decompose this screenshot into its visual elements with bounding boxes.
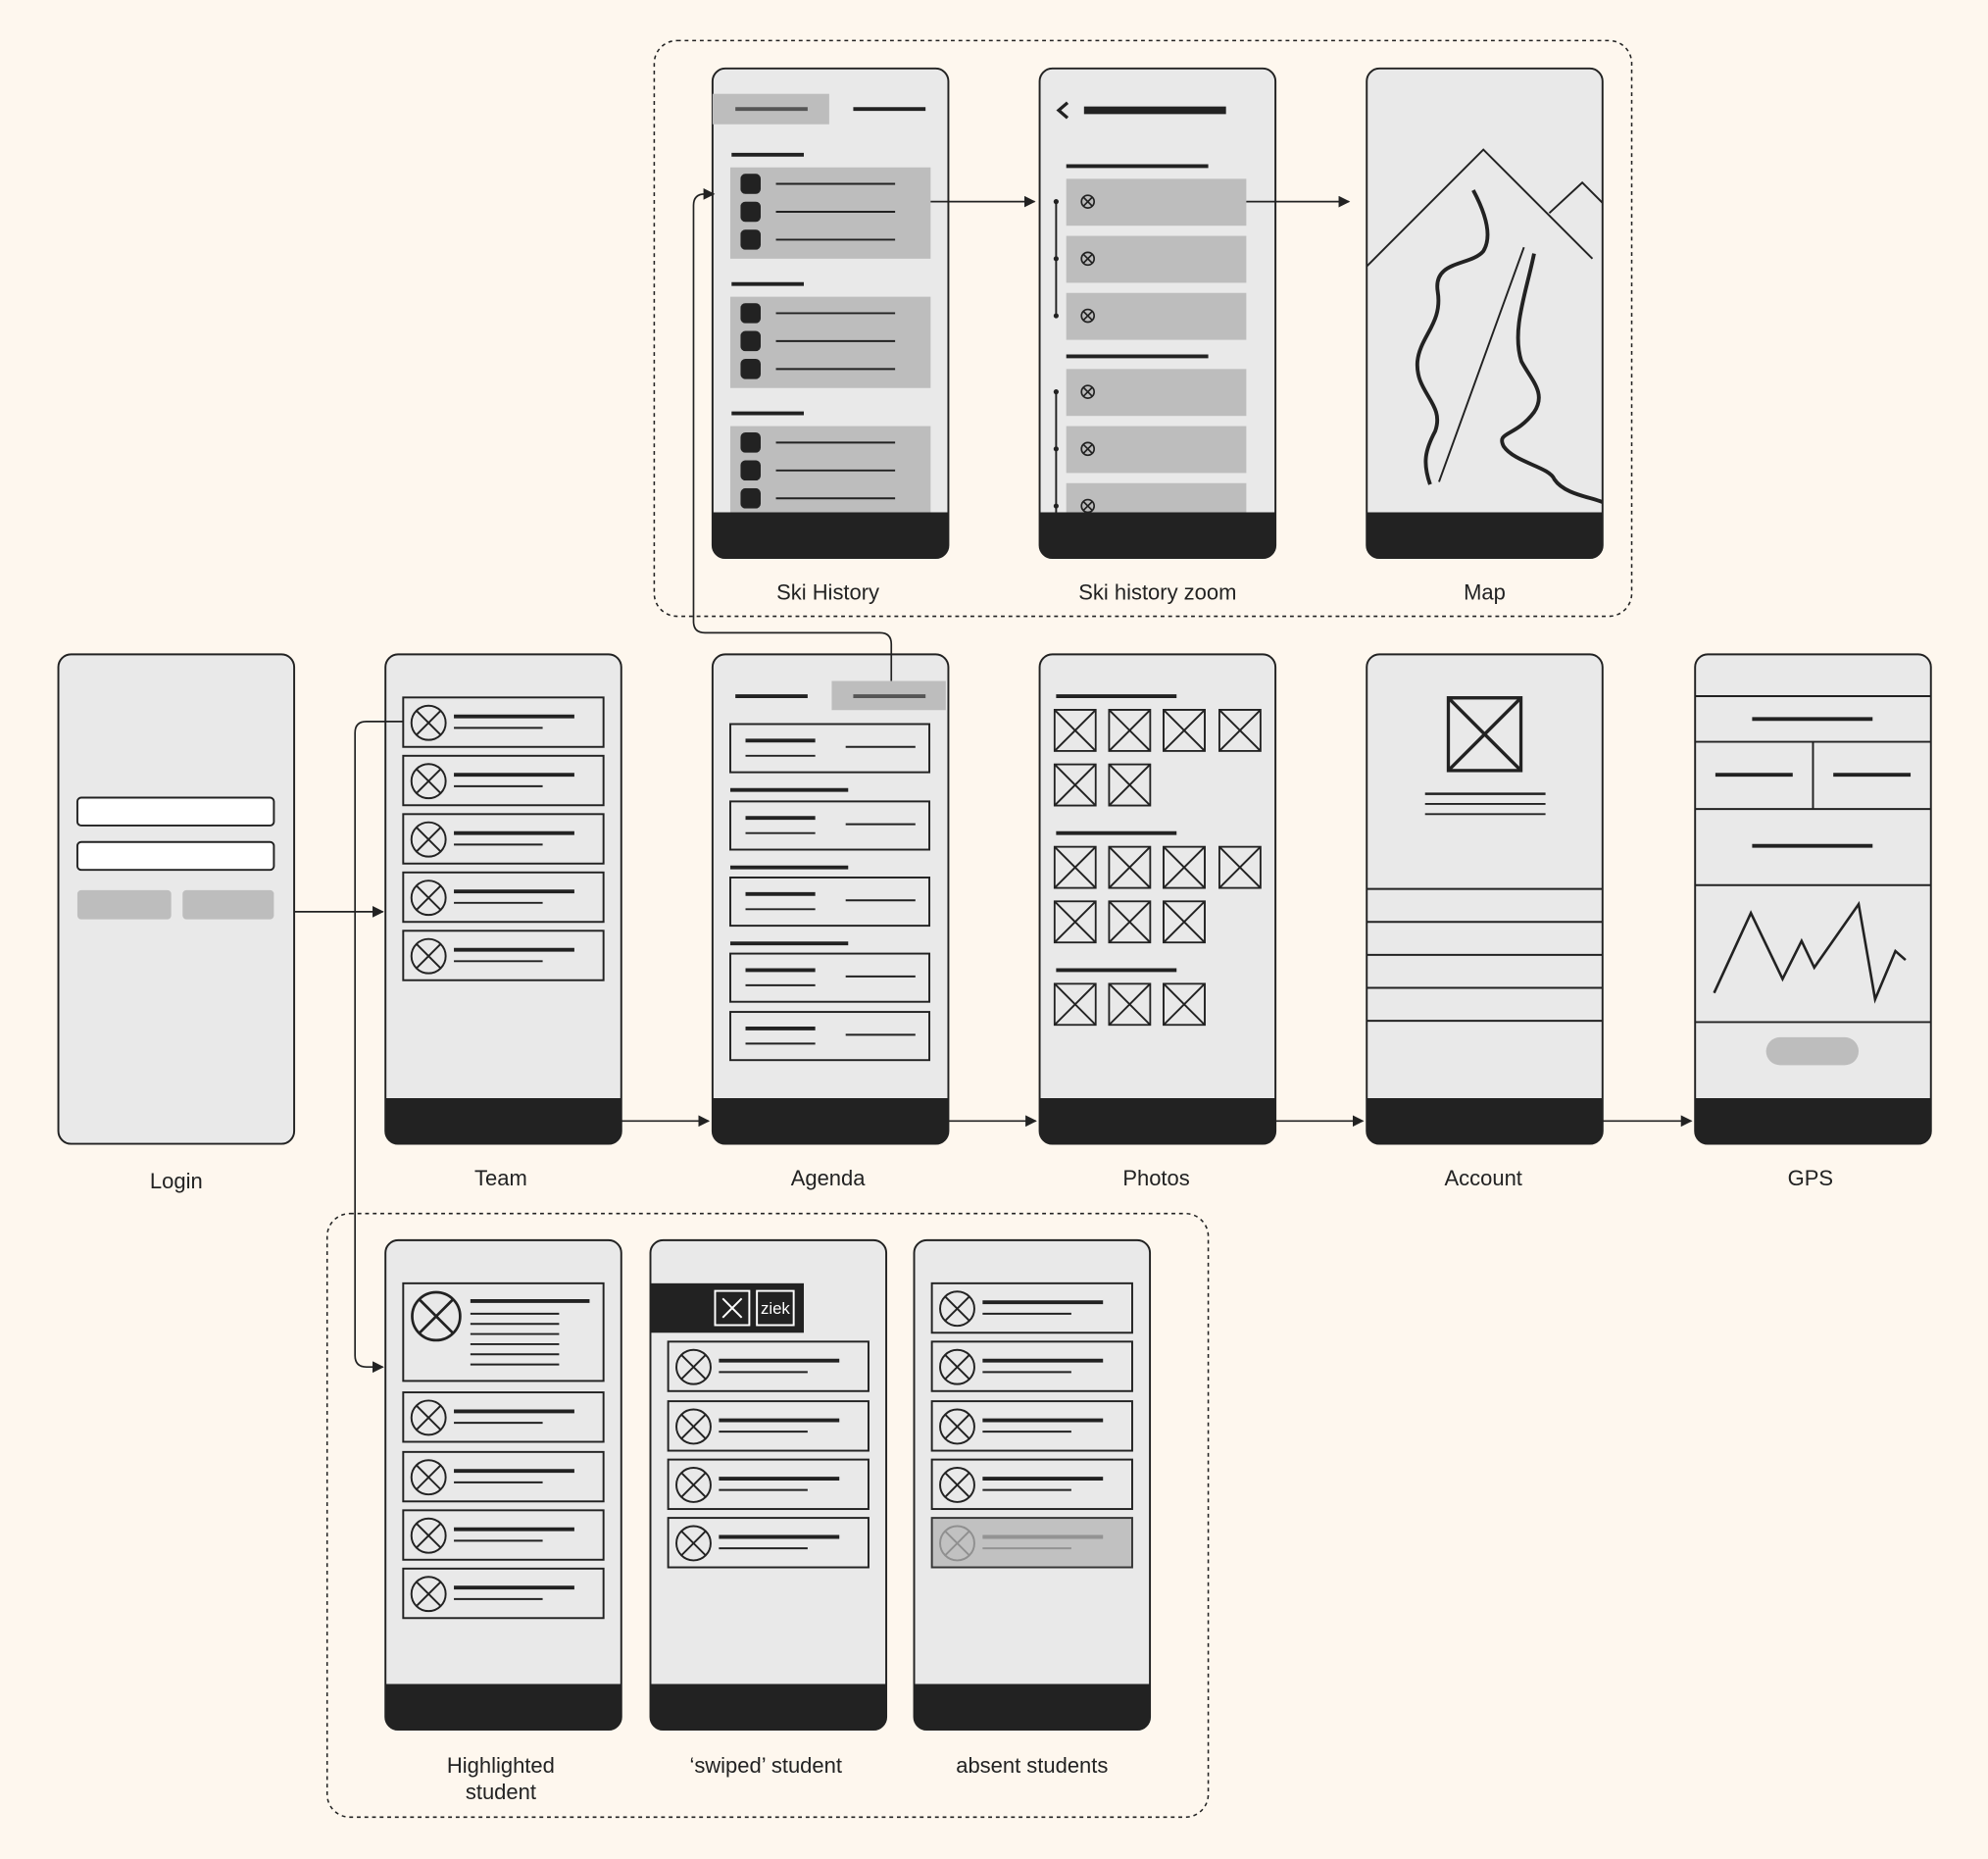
screen-photos[interactable] — [1038, 653, 1277, 1145]
login-button[interactable] — [76, 889, 172, 920]
swipe-actions[interactable]: ziek — [650, 1282, 805, 1333]
label-ski-history-zoom: Ski history zoom — [1078, 580, 1236, 605]
screen-absent-students[interactable] — [913, 1238, 1152, 1732]
absent-student-row[interactable] — [930, 1517, 1133, 1569]
screen-team[interactable] — [384, 653, 622, 1145]
screen-agenda[interactable] — [711, 653, 950, 1145]
screen-account[interactable] — [1366, 653, 1604, 1145]
sick-action-label: ziek — [761, 1299, 790, 1318]
screen-login[interactable] — [57, 653, 296, 1145]
screen-highlighted-student[interactable] — [384, 1238, 622, 1732]
label-photos: Photos — [1122, 1166, 1189, 1190]
screen-ski-history-zoom[interactable] — [1038, 67, 1277, 560]
screen-gps[interactable] — [1694, 653, 1932, 1145]
label-gps: GPS — [1788, 1166, 1833, 1190]
wireflow-diagram: ziek Ski History Ski history zoom Map Lo… — [57, 39, 1932, 1819]
label-ski-history: Ski History — [776, 580, 879, 605]
label-login: Login — [150, 1169, 203, 1193]
screen-map[interactable] — [1366, 67, 1604, 560]
label-absent-students: absent students — [956, 1753, 1108, 1778]
label-highlighted-student-line1: Highlighted — [447, 1753, 555, 1778]
label-account: Account — [1445, 1166, 1522, 1190]
label-team: Team — [474, 1166, 527, 1190]
team-list — [402, 696, 605, 981]
label-highlighted-student-line2: student — [466, 1780, 536, 1804]
register-button[interactable] — [182, 889, 274, 920]
screen-ski-history[interactable] — [711, 67, 950, 560]
label-swiped-student: ‘swiped’ student — [689, 1753, 841, 1778]
gps-start-button[interactable] — [1765, 1036, 1860, 1066]
screen-swiped-student[interactable]: ziek — [649, 1238, 888, 1732]
label-agenda: Agenda — [791, 1166, 867, 1190]
password-field[interactable] — [75, 840, 275, 872]
label-map: Map — [1464, 580, 1506, 605]
username-field[interactable] — [75, 796, 275, 827]
